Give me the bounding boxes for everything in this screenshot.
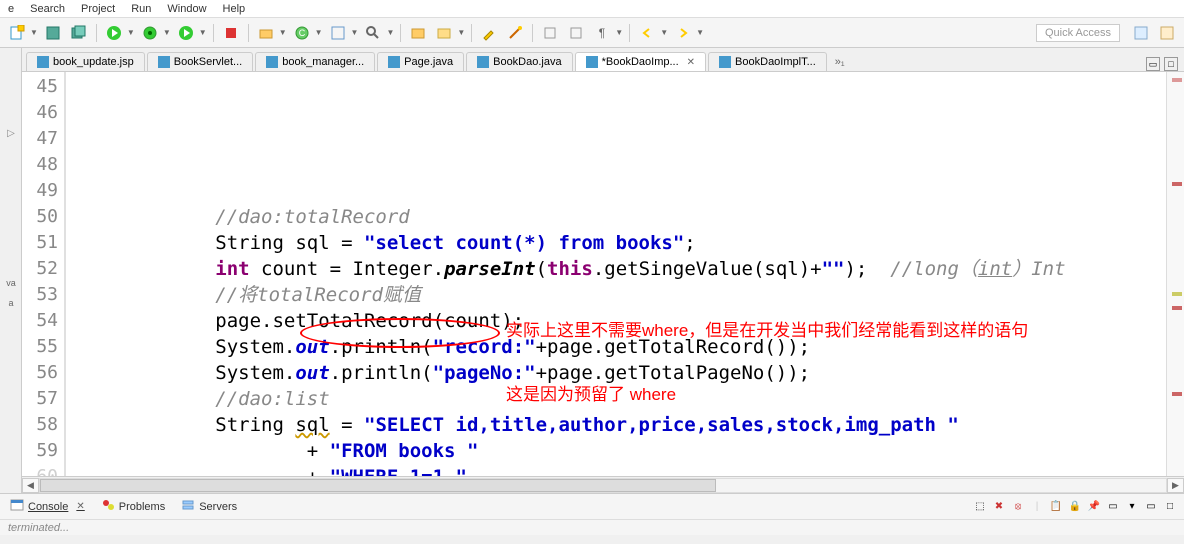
display-icon[interactable]: ▭ bbox=[1105, 499, 1121, 515]
tab-bookservlet[interactable]: BookServlet... bbox=[147, 52, 253, 71]
tab-servers[interactable]: Servers bbox=[177, 496, 241, 517]
tool-icon[interactable] bbox=[433, 22, 455, 44]
wand-icon[interactable] bbox=[504, 22, 526, 44]
svg-text:¶: ¶ bbox=[599, 26, 605, 40]
java-icon bbox=[477, 56, 489, 68]
text-icon[interactable]: ¶ bbox=[591, 22, 613, 44]
console-status: terminated... bbox=[0, 520, 1184, 536]
tab-book-manager[interactable]: book_manager... bbox=[255, 52, 375, 71]
forward-icon[interactable] bbox=[672, 22, 694, 44]
pin-icon[interactable] bbox=[565, 22, 587, 44]
new-icon[interactable] bbox=[6, 22, 28, 44]
toggle-icon[interactable] bbox=[539, 22, 561, 44]
save-icon[interactable] bbox=[42, 22, 64, 44]
scroll-right-icon[interactable]: ▶ bbox=[1167, 478, 1184, 493]
problems-icon bbox=[101, 498, 115, 515]
paint-icon[interactable] bbox=[478, 22, 500, 44]
open-type-icon[interactable] bbox=[327, 22, 349, 44]
tab-problems[interactable]: Problems bbox=[97, 496, 169, 517]
tab-bookdao[interactable]: BookDao.java bbox=[466, 52, 573, 71]
horizontal-scrollbar[interactable]: ◀ ▶ bbox=[22, 476, 1184, 493]
menu-bar: e Search Project Run Window Help bbox=[0, 0, 1184, 18]
run-last-icon[interactable] bbox=[175, 22, 197, 44]
overview-ruler[interactable] bbox=[1166, 72, 1184, 476]
perspective-java-icon[interactable] bbox=[1130, 22, 1152, 44]
quick-access-input[interactable]: Quick Access bbox=[1036, 24, 1120, 42]
maximize-icon[interactable]: □ bbox=[1162, 499, 1178, 515]
tab-overflow[interactable]: »₁ bbox=[829, 53, 851, 71]
tab-bookdaoimplt[interactable]: BookDaoImplT... bbox=[708, 52, 827, 71]
java-icon bbox=[586, 56, 598, 68]
ruler-error-mark[interactable] bbox=[1172, 392, 1182, 396]
open-task-icon[interactable] bbox=[407, 22, 429, 44]
gutter-label: a bbox=[3, 298, 19, 314]
annotation-text: 实际上这里不需要where，但是在开发当中我们经常能看到这样的语句 bbox=[506, 318, 1066, 344]
tab-book-update[interactable]: book_update.jsp bbox=[26, 52, 145, 71]
tab-console[interactable]: Console✕ bbox=[6, 496, 89, 517]
menu-item[interactable]: Help bbox=[223, 3, 246, 15]
remove-icon[interactable]: ✖ bbox=[991, 499, 1007, 515]
left-ruler: ▷ va a bbox=[0, 48, 22, 493]
java-icon bbox=[158, 56, 170, 68]
open-console-icon[interactable]: ▾ bbox=[1124, 499, 1140, 515]
line-gutter: 454647484950515253⛔54555657⛔585960 bbox=[22, 72, 66, 476]
minimize-icon[interactable]: ▭ bbox=[1143, 499, 1159, 515]
scroll-lock-icon[interactable]: 🔒 bbox=[1067, 499, 1083, 515]
jsp-icon bbox=[37, 56, 49, 68]
console-icon bbox=[10, 498, 24, 515]
remove-all-icon[interactable]: ⦻ bbox=[1010, 499, 1026, 515]
code-content[interactable]: 实际上这里不需要where，但是在开发当中我们经常能看到这样的语句 这是因为预留… bbox=[66, 72, 1166, 476]
bottom-panel: Console✕ Problems Servers ⬚ ✖ ⦻ | 📋 🔒 📌 … bbox=[0, 493, 1184, 535]
run-icon[interactable] bbox=[103, 22, 125, 44]
menu-item[interactable]: e bbox=[8, 3, 14, 15]
tab-bookdaoimpl[interactable]: *BookDaoImp...✕ bbox=[575, 52, 706, 71]
jsp-icon bbox=[266, 56, 278, 68]
java-icon bbox=[719, 56, 731, 68]
annotation-text: 这是因为预留了 where bbox=[506, 382, 1066, 408]
tool-icon[interactable]: ⬚ bbox=[972, 499, 988, 515]
back-icon[interactable] bbox=[636, 22, 658, 44]
pin-icon[interactable]: 📌 bbox=[1086, 499, 1102, 515]
editor-panel: book_update.jsp BookServlet... book_mana… bbox=[22, 48, 1184, 493]
code-editor[interactable]: 454647484950515253⛔54555657⛔585960 实际上这里… bbox=[22, 72, 1184, 476]
dropdown-icon[interactable]: ▼ bbox=[30, 28, 38, 37]
tab-page-java[interactable]: Page.java bbox=[377, 52, 464, 71]
main-toolbar: ▼ ▼ ▼ ▼ ▼ C▼ ▼ ▼ ▼ ¶▼ ▼ ▼ Quick Access bbox=[0, 18, 1184, 48]
new-class-icon[interactable]: C bbox=[291, 22, 313, 44]
ruler-warn-mark[interactable] bbox=[1172, 292, 1182, 296]
arrow-icon: ▷ bbox=[3, 128, 19, 144]
svg-text:C: C bbox=[298, 28, 305, 38]
scroll-left-icon[interactable]: ◀ bbox=[22, 478, 39, 493]
tool-icon[interactable]: 📋 bbox=[1048, 499, 1064, 515]
search-icon[interactable] bbox=[362, 22, 384, 44]
save-all-icon[interactable] bbox=[68, 22, 90, 44]
editor-tabs: book_update.jsp BookServlet... book_mana… bbox=[22, 48, 1184, 72]
minimize-icon[interactable]: ▭ bbox=[1146, 57, 1160, 71]
close-icon[interactable]: ✕ bbox=[687, 57, 695, 68]
menu-item[interactable]: Run bbox=[131, 3, 151, 15]
ruler-error-mark[interactable] bbox=[1172, 182, 1182, 186]
ruler-error-mark[interactable] bbox=[1172, 78, 1182, 82]
close-icon[interactable]: ✕ bbox=[76, 501, 84, 512]
perspective-jee-icon[interactable] bbox=[1156, 22, 1178, 44]
stop-icon[interactable] bbox=[220, 22, 242, 44]
java-icon bbox=[388, 56, 400, 68]
menu-item[interactable]: Window bbox=[167, 3, 206, 15]
maximize-icon[interactable]: □ bbox=[1164, 57, 1178, 71]
servers-icon bbox=[181, 498, 195, 515]
gutter-label: va bbox=[3, 278, 19, 294]
menu-item[interactable]: Search bbox=[30, 3, 65, 15]
ruler-error-mark[interactable] bbox=[1172, 306, 1182, 310]
debug-icon[interactable] bbox=[139, 22, 161, 44]
new-package-icon[interactable] bbox=[255, 22, 277, 44]
menu-item[interactable]: Project bbox=[81, 3, 115, 15]
